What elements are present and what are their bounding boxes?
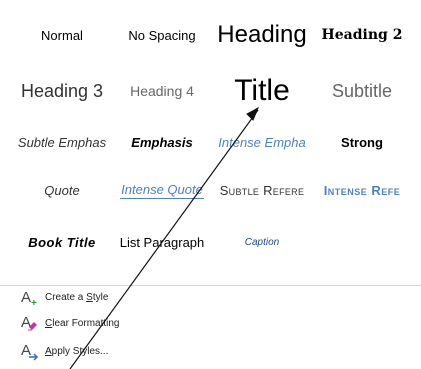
style-label: Heading	[217, 21, 307, 48]
style-label: Intense Refe	[323, 182, 401, 198]
clear-formatting-icon: A	[21, 314, 37, 331]
create-style-icon: A +	[21, 289, 37, 307]
style-intense-empha[interactable]: Intense Empha	[212, 122, 312, 162]
svg-text:+: +	[31, 298, 37, 307]
style-intense-refe[interactable]: Intense Refe	[312, 168, 412, 212]
style-emphasis[interactable]: Emphasis	[112, 122, 212, 162]
style-label: Intense Quote	[120, 181, 204, 199]
style-subtle-emphas[interactable]: Subtle Emphas	[12, 122, 112, 162]
style-label: Subtle Refere	[219, 182, 305, 198]
style-label: Heading 4	[130, 83, 194, 99]
clear-formatting-label: Clear Formatting	[45, 317, 120, 329]
style-book-title[interactable]: Book Title	[12, 222, 112, 262]
style-intense-quote[interactable]: Intense Quote	[112, 168, 212, 212]
style-label: List Paragraph	[119, 234, 205, 250]
style-label: Subtle Emphas	[17, 134, 107, 150]
apply-styles-icon: A	[21, 342, 39, 361]
style-title[interactable]: Title	[212, 68, 312, 114]
style-label: No Spacing	[128, 27, 196, 43]
style-normal[interactable]: Normal	[12, 12, 112, 58]
style-label: Caption	[244, 236, 280, 248]
style-heading-4[interactable]: Heading 4	[112, 68, 212, 114]
style-heading[interactable]: Heading	[212, 12, 312, 58]
style-label: Strong	[341, 134, 383, 150]
style-gallery: Normal No Spacing Heading Heading 2 Heading …	[0, 0, 421, 285]
style-label: Subtitle	[331, 80, 393, 101]
apply-styles-label: Apply Styles...	[45, 345, 109, 357]
create-style-label: Create a Style	[45, 291, 109, 303]
style-no-spacing[interactable]: No Spacing	[112, 12, 212, 58]
style-label: Heading 2	[321, 27, 403, 43]
style-label: Book Title	[28, 234, 96, 250]
svg-text:A: A	[21, 289, 31, 306]
style-caption[interactable]: Caption	[212, 222, 312, 262]
style-heading-2[interactable]: Heading 2	[312, 12, 412, 58]
style-label: Intense Empha	[218, 134, 306, 150]
style-label: Title	[234, 74, 290, 107]
style-list-paragraph[interactable]: List Paragraph	[112, 222, 212, 262]
style-label: Quote	[44, 182, 80, 198]
apply-styles-menu-item[interactable]: A Apply Styles...	[0, 340, 421, 362]
style-strong[interactable]: Strong	[312, 122, 412, 162]
clear-formatting-menu-item[interactable]: A Clear Formatting	[0, 312, 421, 334]
style-label: Heading 3	[20, 80, 104, 101]
style-heading-3[interactable]: Heading 3	[12, 68, 112, 114]
style-subtitle[interactable]: Subtitle	[312, 68, 412, 114]
style-quote[interactable]: Quote	[12, 168, 112, 212]
style-label: Normal	[41, 27, 83, 43]
svg-text:A: A	[21, 314, 31, 331]
create-style-menu-item[interactable]: A + Create a Style	[0, 286, 421, 308]
style-subtle-refere[interactable]: Subtle Refere	[212, 168, 312, 212]
style-label: Emphasis	[131, 134, 193, 150]
